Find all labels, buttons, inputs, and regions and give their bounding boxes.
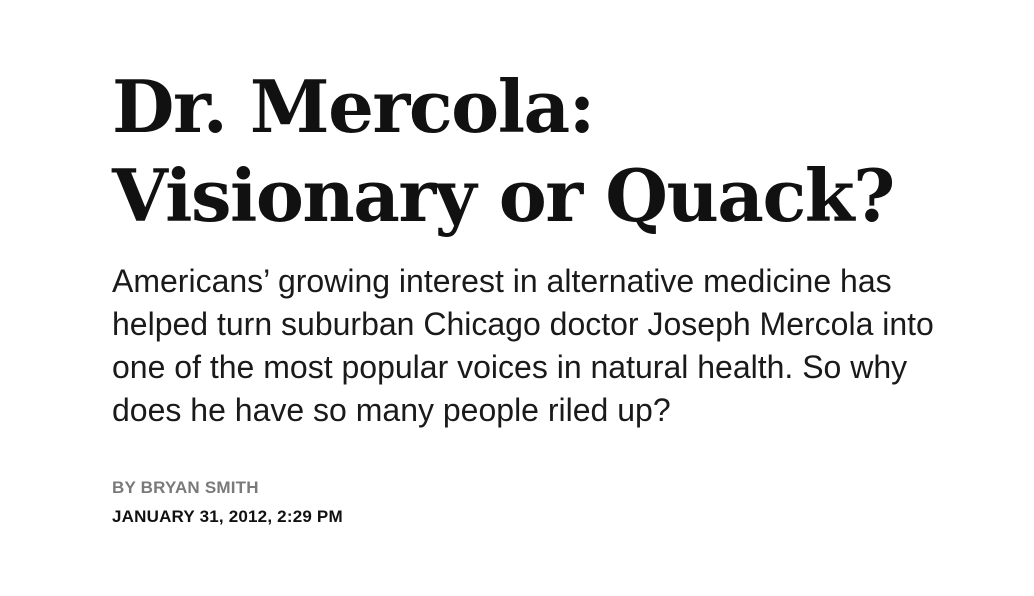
byline-prefix: BY bbox=[112, 478, 136, 497]
article-dek: Americans’ growing interest in alternati… bbox=[112, 263, 934, 428]
author-link[interactable]: BRYAN SMITH bbox=[141, 478, 259, 497]
publish-date: JANUARY 31, 2012, 2:29 PM bbox=[112, 507, 343, 526]
article-headline: Dr. Mercola: Visionary or Quack? bbox=[112, 62, 992, 240]
headline-line-1: Dr. Mercola: bbox=[112, 64, 595, 149]
byline: BY BRYAN SMITH bbox=[112, 478, 992, 498]
article-header: Dr. Mercola: Visionary or Quack? American… bbox=[112, 62, 992, 527]
headline-line-2: Visionary or Quack? bbox=[112, 153, 895, 238]
